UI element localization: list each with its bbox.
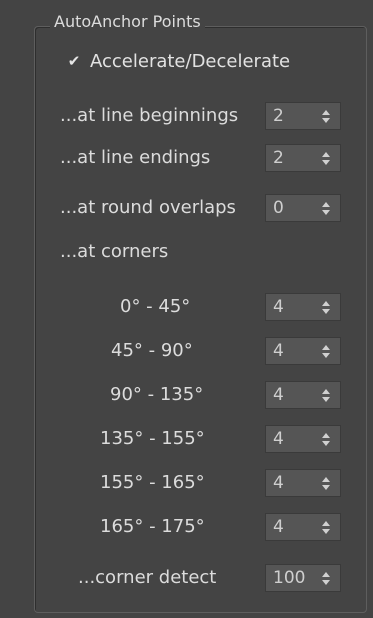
line-beginnings-spinner[interactable]: 2 <box>265 102 341 130</box>
group-title: AutoAnchor Points <box>50 12 205 32</box>
round-overlaps-label: ...at round overlaps <box>60 197 236 218</box>
spinner-value[interactable]: 4 <box>266 429 316 449</box>
spinner-value[interactable]: 4 <box>266 385 316 405</box>
spin-arrows-icon[interactable] <box>316 300 336 314</box>
checkmark-icon[interactable]: ✔ <box>66 53 82 69</box>
corner-detect-label: ...corner detect <box>78 567 217 588</box>
spin-arrows-icon[interactable] <box>316 571 336 585</box>
line-endings-spinner[interactable]: 2 <box>265 144 341 172</box>
corner-45-90-spinner[interactable]: 4 <box>265 337 341 365</box>
corner-165-175-spinner[interactable]: 4 <box>265 513 341 541</box>
spinner-value[interactable]: 4 <box>266 517 316 537</box>
corners-heading: ...at corners <box>60 241 169 262</box>
corner-155-165-label: 155° - 165° <box>100 472 205 493</box>
spin-arrows-icon[interactable] <box>316 109 336 123</box>
line-beginnings-label: ...at line beginnings <box>60 105 239 126</box>
corner-45-90-label: 45° - 90° <box>111 340 193 361</box>
corner-0-45-label: 0° - 45° <box>120 296 191 317</box>
corner-detect-spinner[interactable]: 100 <box>265 564 341 592</box>
corner-0-45-spinner[interactable]: 4 <box>265 293 341 321</box>
spin-arrows-icon[interactable] <box>316 432 336 446</box>
checkbox-label: Accelerate/Decelerate <box>90 50 291 72</box>
corner-155-165-spinner[interactable]: 4 <box>265 469 341 497</box>
spinner-value[interactable]: 4 <box>266 473 316 493</box>
spinner-value[interactable]: 4 <box>266 297 316 317</box>
spinner-value[interactable]: 2 <box>266 106 316 126</box>
spinner-value[interactable]: 4 <box>266 341 316 361</box>
corner-90-135-spinner[interactable]: 4 <box>265 381 341 409</box>
settings-panel: AutoAnchor Points ✔ Accelerate/Decelerat… <box>8 0 367 618</box>
round-overlaps-spinner[interactable]: 0 <box>265 194 341 222</box>
corner-135-155-spinner[interactable]: 4 <box>265 425 341 453</box>
line-endings-label: ...at line endings <box>60 147 211 168</box>
spin-arrows-icon[interactable] <box>316 151 336 165</box>
spin-arrows-icon[interactable] <box>316 476 336 490</box>
corner-90-135-label: 90° - 135° <box>110 384 204 405</box>
spin-arrows-icon[interactable] <box>316 344 336 358</box>
corner-165-175-label: 165° - 175° <box>100 516 205 537</box>
corner-135-155-label: 135° - 155° <box>100 428 205 449</box>
spinner-value[interactable]: 2 <box>266 148 316 168</box>
accelerate-decelerate-checkbox[interactable]: ✔ Accelerate/Decelerate <box>66 50 290 72</box>
spinner-value[interactable]: 100 <box>266 568 316 588</box>
spin-arrows-icon[interactable] <box>316 520 336 534</box>
spin-arrows-icon[interactable] <box>316 201 336 215</box>
spin-arrows-icon[interactable] <box>316 388 336 402</box>
spinner-value[interactable]: 0 <box>266 198 316 218</box>
